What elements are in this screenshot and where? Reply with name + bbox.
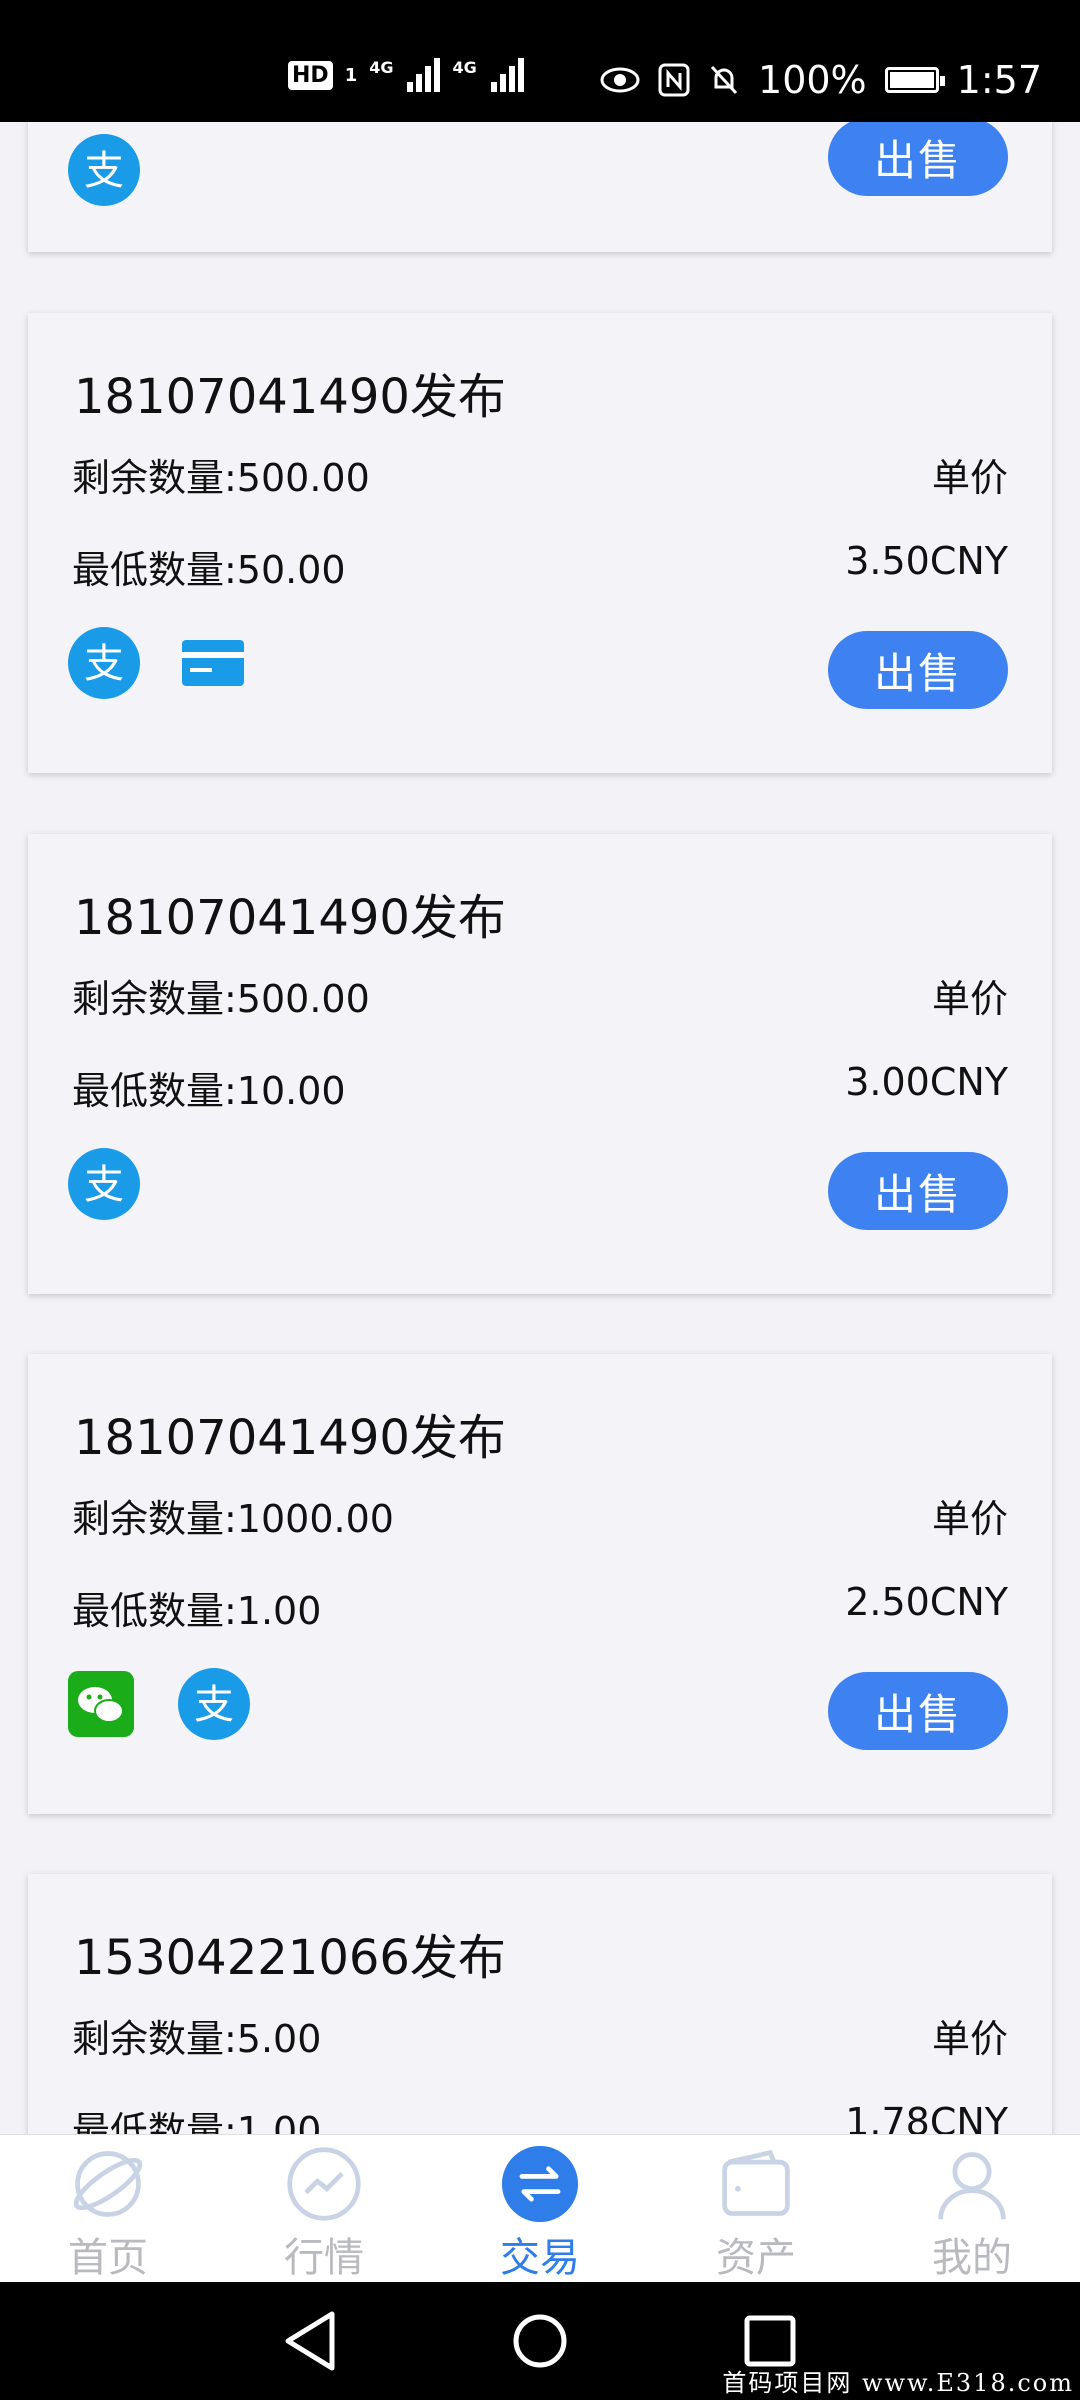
- battery-percent: 100%: [758, 58, 867, 102]
- minimum-quantity: 最低数量:50.00: [72, 548, 346, 592]
- tab-market[interactable]: 行情: [216, 2135, 432, 2283]
- listing-publisher: 18107041490发布: [74, 369, 506, 425]
- unit-price-label: 单价: [931, 1497, 1008, 1541]
- unit-price: 2.50CNY: [845, 1580, 1008, 1624]
- trend-chart-icon: [287, 2147, 361, 2221]
- signal-strength-2-icon: [490, 58, 524, 92]
- signal-1-type: 4G: [369, 58, 394, 77]
- tab-trade-label: 交易: [500, 2235, 580, 2281]
- tab-home-label: 首页: [68, 2235, 148, 2281]
- eye-icon: [600, 67, 640, 93]
- payment-methods: 支: [68, 1668, 250, 1740]
- tab-market-label: 行情: [284, 2235, 364, 2281]
- bottom-tab-bar: 首页 行情 交易 资产 我的: [0, 2134, 1080, 2283]
- remaining-row: 剩余数量:500.00 单价: [72, 968, 1008, 1023]
- unit-price-label: 单价: [931, 977, 1008, 1021]
- listing-scroll-area[interactable]: 支 出售 18107041490发布 剩余数量:500.00 单价 最低数量:5…: [0, 122, 1080, 2134]
- wechat-pay-icon: [68, 1671, 134, 1737]
- clock: 1:57: [956, 58, 1042, 102]
- signal-2-type: 4G: [452, 58, 477, 77]
- alipay-icon: 支: [68, 627, 140, 699]
- minimum-row: 最低数量:50.00 3.50CNY: [72, 539, 1008, 594]
- svg-text:支: 支: [84, 641, 124, 687]
- remaining-row: 剩余数量:5.00 单价: [72, 2008, 1008, 2063]
- listing-publisher: 15304221066发布: [74, 1930, 506, 1986]
- minimum-quantity: 最低数量:10.00: [72, 1069, 346, 1113]
- planet-icon: [73, 2151, 143, 2217]
- unit-price: 1.78CNY: [845, 2100, 1008, 2134]
- unit-price: 3.50CNY: [845, 539, 1008, 583]
- listing-card: 支 出售: [28, 122, 1052, 252]
- status-bar: HD 1 4G 4G 100% 1:57: [0, 0, 1080, 122]
- mute-bell-icon: [710, 65, 738, 95]
- tab-profile[interactable]: 我的: [864, 2135, 1080, 2283]
- bank-card-icon: [182, 640, 244, 686]
- payment-methods: 支: [68, 627, 246, 699]
- exchange-arrows-icon: [501, 2145, 579, 2223]
- listing-publisher: 18107041490发布: [74, 1410, 506, 1466]
- tab-assets-label: 资产: [716, 2235, 796, 2281]
- system-navigation-bar: 首码项目网 www.E318.com: [0, 2282, 1080, 2400]
- payment-methods: 支: [68, 1148, 140, 1220]
- unit-price-label: 单价: [931, 2017, 1008, 2061]
- tab-trade[interactable]: 交易: [432, 2135, 648, 2283]
- alipay-icon: 支: [178, 1668, 250, 1740]
- sell-button[interactable]: 出售: [828, 122, 1008, 196]
- tab-profile-label: 我的: [932, 2235, 1012, 2281]
- svg-text:支: 支: [84, 1162, 124, 1208]
- alipay-icon: 支: [68, 134, 140, 206]
- listing-card: 15304221066发布 剩余数量:5.00 单价 最低数量:1.00 1.7…: [28, 1874, 1052, 2134]
- remaining-quantity: 剩余数量:5.00: [72, 2017, 322, 2061]
- network-indicators: HD 1 4G 4G: [288, 58, 524, 92]
- tab-assets[interactable]: 资产: [648, 2135, 864, 2283]
- hd-badge: HD: [288, 60, 333, 90]
- remaining-row: 剩余数量:1000.00 单价: [72, 1488, 1008, 1543]
- home-circle-icon[interactable]: [512, 2310, 568, 2372]
- listing-card: 18107041490发布 剩余数量:1000.00 单价 最低数量:1.00 …: [28, 1354, 1052, 1814]
- remaining-row: 剩余数量:500.00 单价: [72, 447, 1008, 502]
- remaining-quantity: 剩余数量:1000.00: [72, 1497, 394, 1541]
- listing-card: 18107041490发布 剩余数量:500.00 单价 最低数量:10.00 …: [28, 834, 1052, 1294]
- battery-icon: [884, 67, 945, 93]
- system-indicators: 100% 1:57: [600, 58, 1042, 102]
- user-icon: [938, 2152, 1006, 2220]
- signal-strength-1-icon: [407, 58, 441, 92]
- svg-text:支: 支: [84, 148, 124, 194]
- listing-card: 18107041490发布 剩余数量:500.00 单价 最低数量:50.00 …: [28, 313, 1052, 773]
- listing-publisher: 18107041490发布: [74, 890, 506, 946]
- tab-home[interactable]: 首页: [0, 2135, 216, 2283]
- wallet-icon: [722, 2149, 790, 2216]
- sell-button[interactable]: 出售: [828, 631, 1008, 709]
- sim-label: 1: [344, 64, 358, 86]
- minimum-quantity: 最低数量:1.00: [72, 2109, 322, 2134]
- back-icon[interactable]: [282, 2310, 338, 2372]
- sell-button[interactable]: 出售: [828, 1672, 1008, 1750]
- unit-price: 3.00CNY: [845, 1060, 1008, 1104]
- svg-text:支: 支: [194, 1682, 234, 1728]
- alipay-icon: 支: [68, 1148, 140, 1220]
- remaining-quantity: 剩余数量:500.00: [72, 977, 370, 1021]
- sell-button[interactable]: 出售: [828, 1152, 1008, 1230]
- minimum-row: 最低数量:10.00 3.00CNY: [72, 1060, 1008, 1115]
- unit-price-label: 单价: [931, 456, 1008, 500]
- watermark: 首码项目网 www.E318.com: [722, 2369, 1074, 2397]
- nfc-icon: [658, 63, 690, 97]
- minimum-quantity: 最低数量:1.00: [72, 1589, 322, 1633]
- remaining-quantity: 剩余数量:500.00: [72, 456, 370, 500]
- payment-methods: 支: [68, 134, 140, 206]
- minimum-row: 最低数量:1.00 2.50CNY: [72, 1580, 1008, 1635]
- minimum-row: 最低数量:1.00 1.78CNY: [72, 2100, 1008, 2134]
